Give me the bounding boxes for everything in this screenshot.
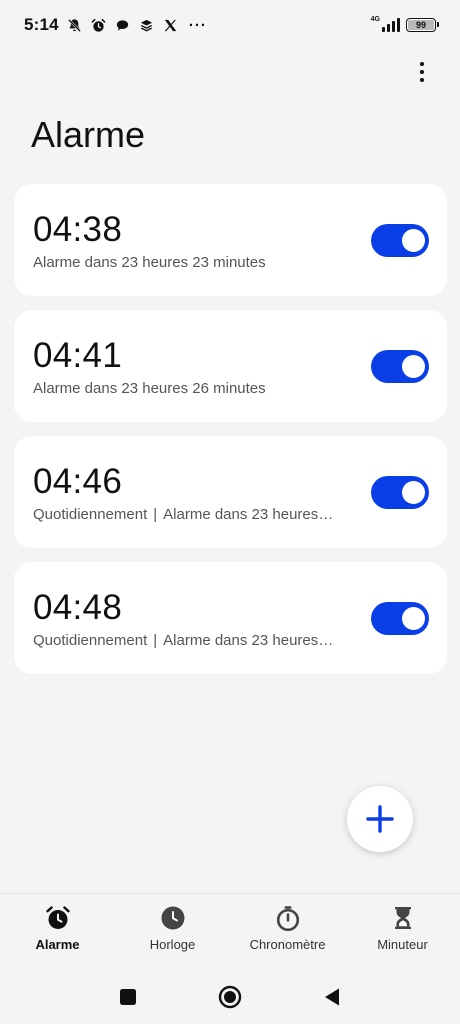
alarm-subtitle: Quotidiennement | Alarme dans 23 heures… <box>33 632 334 649</box>
nav-label: Horloge <box>149 937 196 952</box>
x-logo-icon <box>164 19 177 31</box>
page-title: Alarme <box>31 114 146 155</box>
alarm-repeat: Quotidiennement <box>33 506 148 523</box>
nav-item-minuteur[interactable]: Minuteur <box>345 894 460 961</box>
square-icon <box>120 989 136 1005</box>
notification-icons: ··· <box>67 17 207 34</box>
alarm-countdown: Alarme dans 23 heures… <box>163 632 334 649</box>
alarm-repeat: Quotidiennement <box>33 632 148 649</box>
alarm-item[interactable]: 04:48 Quotidiennement | Alarme dans 23 heu… <box>14 562 447 674</box>
nav-label: Chronomètre <box>249 937 326 952</box>
home-circle-icon <box>218 985 242 1009</box>
recents-button[interactable] <box>116 985 140 1009</box>
alarm-toggle[interactable] <box>371 602 429 635</box>
stopwatch-icon <box>276 906 299 931</box>
alarm-toggle[interactable] <box>371 224 429 257</box>
chat-bubble-icon <box>116 19 128 31</box>
status-bar: 5:14 ··· 4G 99 <box>0 0 460 50</box>
alarm-subtitle: Quotidiennement | Alarme dans 23 heures… <box>33 506 334 523</box>
system-navigation-bar <box>0 970 460 1024</box>
layers-icon <box>140 19 152 32</box>
status-right: 4G 99 <box>370 15 439 32</box>
signal-icon <box>382 18 400 32</box>
more-options-button[interactable] <box>406 56 438 88</box>
bell-off-icon <box>67 18 81 32</box>
back-triangle-icon <box>325 988 339 1006</box>
network-type: 4G <box>370 15 380 23</box>
alarm-status-icon <box>91 18 106 32</box>
hourglass-icon <box>394 907 411 929</box>
bottom-nav: Alarme Horloge Chronomètre Minuteur <box>0 893 460 961</box>
add-alarm-button[interactable] <box>347 786 413 852</box>
plus-icon <box>366 805 394 833</box>
alarm-countdown: Alarme dans 23 heures 26 minutes <box>33 380 266 397</box>
nav-item-alarme[interactable]: Alarme <box>0 894 115 961</box>
alarm-item[interactable]: 04:38 Alarme dans 23 heures 23 minutes <box>14 184 447 296</box>
clock-icon <box>161 906 184 930</box>
alarm-countdown: Alarme dans 23 heures 23 minutes <box>33 254 266 271</box>
alarm-list: 04:38 Alarme dans 23 heures 23 minutes 0… <box>14 184 447 688</box>
alarm-item[interactable]: 04:41 Alarme dans 23 heures 26 minutes <box>14 310 447 422</box>
alarm-toggle[interactable] <box>371 350 429 383</box>
back-button[interactable] <box>320 985 344 1009</box>
nav-label: Minuteur <box>377 937 428 952</box>
alarm-toggle[interactable] <box>371 476 429 509</box>
home-button[interactable] <box>218 985 242 1009</box>
nav-item-horloge[interactable]: Horloge <box>115 894 230 961</box>
battery-icon: 99 <box>406 18 439 32</box>
nav-item-chronometre[interactable]: Chronomètre <box>230 894 345 961</box>
alarm-subtitle: Alarme dans 23 heures 26 minutes <box>33 380 353 397</box>
nav-label: Alarme <box>35 937 80 952</box>
more-notifications-icon: ··· <box>188 16 207 34</box>
status-time: 5:14 <box>24 15 59 34</box>
more-vertical-icon <box>420 62 424 66</box>
alarm-subtitle: Alarme dans 23 heures 23 minutes <box>33 254 353 271</box>
battery-level: 99 <box>415 20 426 30</box>
alarm-countdown: Alarme dans 23 heures… <box>163 506 334 523</box>
alarm-clock-icon <box>45 906 70 929</box>
alarm-item[interactable]: 04:46 Quotidiennement | Alarme dans 23 heu… <box>14 436 447 548</box>
